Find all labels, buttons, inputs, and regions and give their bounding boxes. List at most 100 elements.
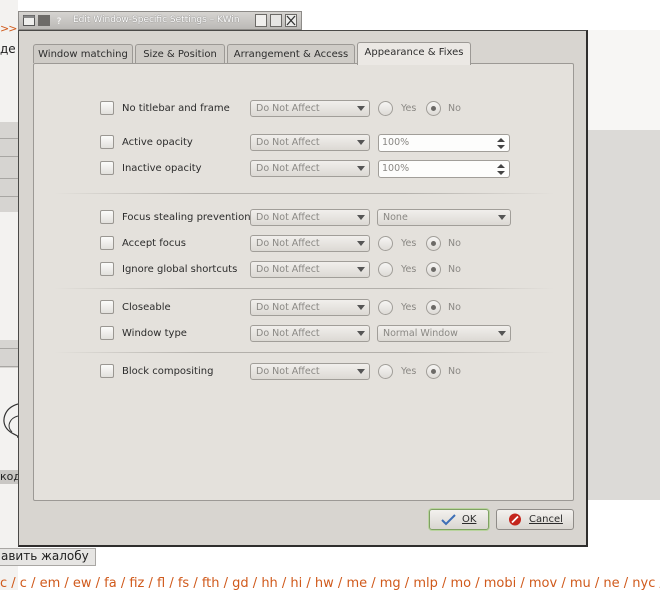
- combo-value: Do Not Affect: [256, 238, 320, 249]
- tab-window-matching[interactable]: Window matching: [33, 44, 133, 63]
- chevron-down-icon: [357, 166, 365, 171]
- closeable-checkbox[interactable]: [100, 300, 114, 314]
- cancel-button[interactable]: Cancel: [496, 509, 574, 530]
- inactive-opacity-spinbox[interactable]: 100%: [378, 160, 510, 178]
- chevron-down-icon: [498, 215, 506, 220]
- radio-yes-label: Yes: [401, 366, 417, 377]
- block-compositing-rule-combo[interactable]: Do Not Affect: [250, 363, 370, 380]
- radio-yes-label: Yes: [401, 264, 417, 275]
- background-page-right-panel: [588, 130, 660, 500]
- complaint-button[interactable]: авить жалобу: [0, 548, 96, 566]
- window-menu-icon[interactable]: [23, 15, 35, 26]
- background-divider: [0, 196, 18, 197]
- background-divider: [0, 138, 18, 139]
- setting-row-window-type: Window type Do Not Affect Normal Window: [34, 325, 575, 343]
- chevron-down-icon: [357, 106, 365, 111]
- check-icon: [441, 514, 456, 526]
- window-title: Edit Window-Specific Settings – KWin: [73, 15, 240, 25]
- window-type-rule-combo[interactable]: Do Not Affect: [250, 325, 370, 342]
- settings-dialog: Window matching Size & Position Arrangem…: [18, 30, 588, 547]
- section-separator: [54, 193, 554, 194]
- setting-row-inactive-opacity: Inactive opacity Do Not Affect 100%: [34, 160, 575, 178]
- ok-button[interactable]: OK: [429, 509, 489, 530]
- ignore-shortcuts-checkbox[interactable]: [100, 262, 114, 276]
- close-icon: [286, 15, 296, 26]
- no-titlebar-no-radio[interactable]: [426, 101, 441, 116]
- accept-focus-checkbox[interactable]: [100, 236, 114, 250]
- radio-no-label: No: [448, 264, 461, 275]
- inactive-opacity-checkbox[interactable]: [100, 161, 114, 175]
- accept-focus-no-radio[interactable]: [426, 236, 441, 251]
- radio-no-label: No: [448, 366, 461, 377]
- cancel-button-label: Cancel: [529, 514, 563, 525]
- focus-stealing-value-combo[interactable]: None: [377, 209, 511, 226]
- setting-row-block-compositing: Block compositing Do Not Affect Yes No: [34, 363, 575, 381]
- appearance-fixes-panel: No titlebar and frame Do Not Affect Yes …: [33, 63, 574, 501]
- accept-focus-rule-combo[interactable]: Do Not Affect: [250, 235, 370, 252]
- spin-up-icon[interactable]: [497, 164, 505, 168]
- chevron-down-icon: [357, 369, 365, 374]
- ignore-shortcuts-no-radio[interactable]: [426, 262, 441, 277]
- window-titlebar[interactable]: ? Edit Window-Specific Settings – KWin: [18, 11, 302, 30]
- closeable-no-radio[interactable]: [426, 300, 441, 315]
- section-separator: [54, 352, 554, 353]
- background-page: [0, 0, 18, 590]
- active-opacity-label: Active opacity: [122, 137, 193, 148]
- block-compositing-checkbox[interactable]: [100, 364, 114, 378]
- window-icon: [38, 15, 50, 26]
- minimize-button[interactable]: [255, 14, 267, 27]
- background-arrow: >>: [0, 22, 17, 35]
- radio-no-label: No: [448, 302, 461, 313]
- window-type-label: Window type: [122, 328, 187, 339]
- close-button[interactable]: [285, 14, 297, 27]
- combo-value: Do Not Affect: [256, 302, 320, 313]
- setting-row-accept-focus: Accept focus Do Not Affect Yes No: [34, 235, 575, 253]
- block-compositing-yes-radio[interactable]: [378, 364, 393, 379]
- focus-stealing-label: Focus stealing prevention: [122, 212, 251, 223]
- background-links[interactable]: с / с / em / ew / fa / fiz / fl / fs / f…: [0, 576, 660, 591]
- combo-value: Do Not Affect: [256, 163, 320, 174]
- chevron-down-icon: [357, 140, 365, 145]
- help-icon[interactable]: ?: [53, 15, 65, 26]
- combo-value: Do Not Affect: [256, 264, 320, 275]
- tab-size-position[interactable]: Size & Position: [135, 44, 225, 63]
- no-titlebar-yes-radio[interactable]: [378, 101, 393, 116]
- block-compositing-no-radio[interactable]: [426, 364, 441, 379]
- combo-value: Do Not Affect: [256, 212, 320, 223]
- focus-stealing-rule-combo[interactable]: Do Not Affect: [250, 209, 370, 226]
- window-type-value-combo[interactable]: Normal Window: [377, 325, 511, 342]
- background-divider: [0, 348, 18, 349]
- radio-yes-label: Yes: [401, 103, 417, 114]
- ignore-shortcuts-rule-combo[interactable]: Do Not Affect: [250, 261, 370, 278]
- combo-value: Do Not Affect: [256, 366, 320, 377]
- active-opacity-checkbox[interactable]: [100, 135, 114, 149]
- setting-row-focus-stealing: Focus stealing prevention Do Not Affect …: [34, 209, 575, 227]
- ignore-shortcuts-yes-radio[interactable]: [378, 262, 393, 277]
- accept-focus-label: Accept focus: [122, 238, 186, 249]
- active-opacity-spinbox[interactable]: 100%: [378, 134, 510, 152]
- spin-down-icon[interactable]: [497, 171, 505, 175]
- inactive-opacity-rule-combo[interactable]: Do Not Affect: [250, 160, 370, 177]
- closeable-yes-radio[interactable]: [378, 300, 393, 315]
- focus-stealing-checkbox[interactable]: [100, 210, 114, 224]
- section-separator: [54, 288, 554, 289]
- ignore-shortcuts-label: Ignore global shortcuts: [122, 264, 238, 275]
- combo-value: Do Not Affect: [256, 137, 320, 148]
- spin-up-icon[interactable]: [497, 138, 505, 142]
- spinbox-value: 100%: [382, 137, 410, 148]
- no-titlebar-rule-combo[interactable]: Do Not Affect: [250, 100, 370, 117]
- tab-arrangement-access[interactable]: Arrangement & Access: [227, 44, 355, 63]
- background-code-label: код: [0, 470, 18, 484]
- spin-down-icon[interactable]: [497, 145, 505, 149]
- combo-value: None: [383, 212, 408, 223]
- background-panel: [0, 340, 18, 368]
- background-panel: [0, 122, 18, 212]
- accept-focus-yes-radio[interactable]: [378, 236, 393, 251]
- tab-appearance-fixes[interactable]: Appearance & Fixes: [357, 42, 471, 65]
- active-opacity-rule-combo[interactable]: Do Not Affect: [250, 134, 370, 151]
- window-type-checkbox[interactable]: [100, 326, 114, 340]
- no-titlebar-checkbox[interactable]: [100, 101, 114, 115]
- closeable-rule-combo[interactable]: Do Not Affect: [250, 299, 370, 316]
- maximize-button[interactable]: [270, 14, 282, 27]
- background-divider: [0, 366, 18, 367]
